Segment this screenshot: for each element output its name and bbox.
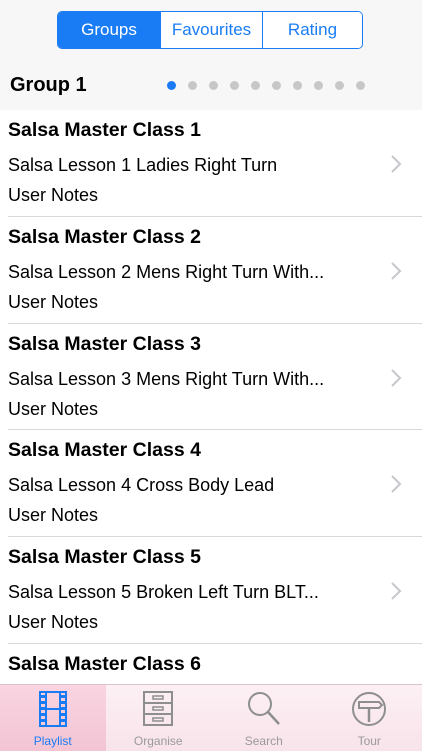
lesson-title: Salsa Master Class 1 [8, 119, 201, 142]
page-dot[interactable] [356, 81, 365, 90]
lesson-notes: User Notes [8, 505, 98, 526]
lesson-row[interactable]: Salsa Master Class 5 Salsa Lesson 5 Broke… [0, 537, 422, 644]
tab-groups[interactable]: Groups [58, 12, 160, 48]
magnifier-icon [247, 691, 281, 727]
tab-bar: Playlist Organise Search Tour [0, 684, 422, 751]
chevron-right-icon [390, 154, 402, 174]
top-bar: Groups Favourites Rating [0, 0, 422, 60]
lesson-subtitle: Salsa Lesson 3 Mens Right Turn With... [8, 369, 324, 390]
lesson-row[interactable]: Salsa Master Class 2 Salsa Lesson 2 Mens … [0, 217, 422, 324]
lesson-notes: User Notes [8, 612, 98, 633]
page-dot[interactable] [230, 81, 239, 90]
lesson-notes: User Notes [8, 399, 98, 420]
lesson-row[interactable]: Salsa Master Class 1 Salsa Lesson 1 Ladie… [0, 110, 422, 217]
page-dot[interactable] [272, 81, 281, 90]
tab-playlist-label: Playlist [0, 734, 106, 748]
page-dot[interactable] [251, 81, 260, 90]
lesson-subtitle: Salsa Lesson 4 Cross Body Lead [8, 475, 274, 496]
tab-favourites[interactable]: Favourites [160, 12, 262, 48]
signpost-icon [351, 691, 387, 727]
tab-rating[interactable]: Rating [262, 12, 362, 48]
lesson-notes: User Notes [8, 292, 98, 313]
film-strip-icon [38, 691, 68, 727]
chevron-right-icon [390, 261, 402, 281]
tab-tour-label: Tour [317, 734, 422, 748]
tab-organise-label: Organise [106, 734, 212, 748]
page-dot[interactable] [293, 81, 302, 90]
lesson-title: Salsa Master Class 5 [8, 546, 201, 569]
page-dot[interactable] [209, 81, 218, 90]
page-dot[interactable] [314, 81, 323, 90]
lesson-title: Salsa Master Class 2 [8, 226, 201, 249]
lesson-title: Salsa Master Class 4 [8, 439, 201, 462]
cabinet-icon [142, 691, 174, 727]
tab-tour[interactable]: Tour [317, 685, 422, 751]
lesson-title: Salsa Master Class 6 [8, 653, 201, 676]
tab-search[interactable]: Search [211, 685, 317, 751]
lesson-subtitle: Salsa Lesson 2 Mens Right Turn With... [8, 262, 324, 283]
page-dot[interactable] [335, 81, 344, 90]
tab-playlist[interactable]: Playlist [0, 685, 106, 751]
tab-organise[interactable]: Organise [106, 685, 212, 751]
lesson-title: Salsa Master Class 3 [8, 333, 201, 356]
page-dot[interactable] [167, 81, 176, 90]
lesson-subtitle: Salsa Lesson 1 Ladies Right Turn [8, 155, 277, 176]
lesson-notes: User Notes [8, 185, 98, 206]
lesson-subtitle: Salsa Lesson 5 Broken Left Turn BLT... [8, 582, 319, 603]
lesson-row[interactable]: Salsa Master Class 3 Salsa Lesson 3 Mens … [0, 324, 422, 431]
tab-search-label: Search [211, 734, 317, 748]
chevron-right-icon [390, 474, 402, 494]
group-title: Group 1 [10, 74, 87, 97]
segmented-control: Groups Favourites Rating [57, 11, 363, 49]
lesson-list: Salsa Master Class 1 Salsa Lesson 1 Ladie… [0, 110, 422, 751]
chevron-right-icon [390, 368, 402, 388]
page-indicator[interactable] [167, 81, 377, 90]
page-dot[interactable] [188, 81, 197, 90]
lesson-row[interactable]: Salsa Master Class 4 Salsa Lesson 4 Cross… [0, 430, 422, 537]
chevron-right-icon [390, 581, 402, 601]
